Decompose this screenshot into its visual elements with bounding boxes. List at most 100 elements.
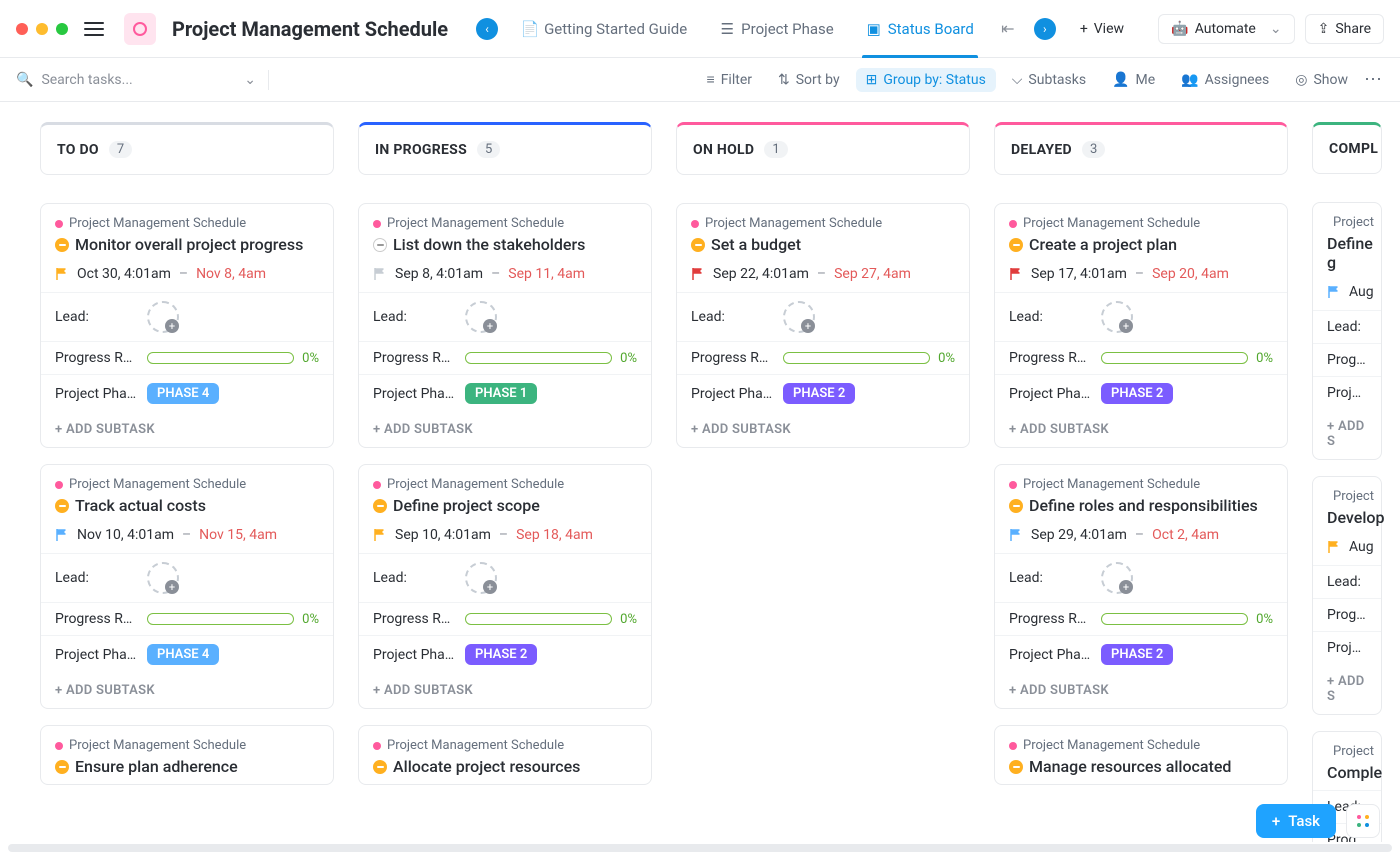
- new-task-button[interactable]: + Task: [1256, 804, 1336, 838]
- task-card[interactable]: Project Management ScheduleManage resour…: [994, 725, 1288, 785]
- task-card[interactable]: Project Management ScheduleList down the…: [358, 203, 652, 448]
- column-name: IN PROGRESS: [375, 142, 467, 158]
- assign-lead-icon[interactable]: [465, 562, 497, 594]
- column-header[interactable]: ON HOLD1: [676, 122, 970, 175]
- assign-lead-icon[interactable]: [465, 301, 497, 333]
- phase-badge[interactable]: PHASE 4: [147, 644, 219, 665]
- lead-field: Lead:: [1313, 310, 1381, 343]
- maximize-window[interactable]: [56, 23, 68, 35]
- add-subtask-button[interactable]: + ADD SUBTASK: [359, 412, 651, 447]
- horizontal-scrollbar[interactable]: [8, 844, 1392, 852]
- task-title-text: Create a project plan: [1029, 235, 1177, 254]
- flag-icon[interactable]: [1009, 267, 1023, 281]
- add-subtask-button[interactable]: + ADD SUBTASK: [995, 673, 1287, 708]
- task-card[interactable]: Project Management ScheduleTrack actual …: [40, 464, 334, 709]
- apps-button[interactable]: [1346, 804, 1380, 838]
- task-card[interactable]: ProjectDevelopAugLead:ProgressProject P+…: [1312, 476, 1382, 715]
- progress-bar[interactable]: [465, 613, 612, 625]
- task-card[interactable]: Project Management ScheduleDefine roles …: [994, 464, 1288, 709]
- end-date: Sep 27, 4am: [834, 266, 911, 282]
- subtasks-button[interactable]: ⌵Subtasks: [1002, 68, 1096, 92]
- end-date: Oct 2, 4am: [1152, 527, 1219, 543]
- flag-icon[interactable]: [55, 528, 69, 542]
- task-card[interactable]: Project Management ScheduleMonitor overa…: [40, 203, 334, 448]
- flag-icon[interactable]: [1009, 528, 1023, 542]
- assign-lead-icon[interactable]: [147, 562, 179, 594]
- task-card[interactable]: Project Management ScheduleAllocate proj…: [358, 725, 652, 785]
- column-header[interactable]: DELAYED3: [994, 122, 1288, 175]
- flag-icon[interactable]: [1327, 540, 1341, 554]
- add-subtask-button[interactable]: + ADD SUBTASK: [677, 412, 969, 447]
- tab-project-phase[interactable]: ☰ Project Phase: [707, 0, 846, 58]
- task-card[interactable]: ProjectDefine gAugLead:ProgressProject P…: [1312, 202, 1382, 460]
- automate-label: Automate: [1195, 21, 1256, 37]
- search-input[interactable]: 🔍 Search tasks... ⌄: [16, 72, 256, 88]
- task-card[interactable]: Project Management ScheduleSet a budgetS…: [676, 203, 970, 448]
- flag-icon[interactable]: [1327, 285, 1341, 299]
- add-view-button[interactable]: + View: [1068, 15, 1136, 43]
- assign-lead-icon[interactable]: [147, 301, 179, 333]
- nav-forward-icon[interactable]: ›: [1034, 18, 1056, 40]
- progress-bar[interactable]: [147, 352, 294, 364]
- phase-badge[interactable]: PHASE 2: [1101, 383, 1173, 404]
- nav-back-icon[interactable]: ‹: [476, 18, 498, 40]
- date-row: Oct 30, 4:01am–Nov 8, 4am: [41, 262, 333, 292]
- phase-badge[interactable]: PHASE 2: [783, 383, 855, 404]
- sort-button[interactable]: ⇅Sort by: [768, 68, 850, 92]
- progress-value: 0%: [620, 351, 637, 366]
- tab-status-board[interactable]: ▣ Status Board: [854, 0, 986, 58]
- assignees-button[interactable]: 👥Assignees: [1171, 68, 1279, 92]
- end-date: Nov 15, 4am: [199, 527, 277, 543]
- close-window[interactable]: [16, 23, 28, 35]
- assign-lead-icon[interactable]: [1101, 301, 1133, 333]
- task-card[interactable]: Project Management ScheduleCreate a proj…: [994, 203, 1288, 448]
- column-header[interactable]: COMPL: [1312, 122, 1382, 174]
- lead-label: Lead:: [1327, 319, 1367, 335]
- minimize-window[interactable]: [36, 23, 48, 35]
- flag-icon[interactable]: [373, 267, 387, 281]
- status-icon: [55, 760, 69, 774]
- progress-bar[interactable]: [1101, 613, 1248, 625]
- add-subtask-button[interactable]: + ADD SUBTASK: [41, 412, 333, 447]
- lead-field: Lead:: [359, 292, 651, 341]
- share-button[interactable]: ⇪ Share: [1305, 14, 1384, 44]
- phase-badge[interactable]: PHASE 1: [465, 383, 537, 404]
- menu-icon[interactable]: [84, 22, 104, 36]
- me-button[interactable]: 👤Me: [1102, 68, 1165, 92]
- task-card[interactable]: Project Management ScheduleDefine projec…: [358, 464, 652, 709]
- phase-badge[interactable]: PHASE 2: [465, 644, 537, 665]
- progress-bar[interactable]: [465, 352, 612, 364]
- add-subtask-button[interactable]: + ADD SUBTASK: [359, 673, 651, 708]
- flag-icon[interactable]: [691, 267, 705, 281]
- progress-bar[interactable]: [783, 352, 930, 364]
- flag-icon[interactable]: [373, 528, 387, 542]
- phase-badge[interactable]: PHASE 4: [147, 383, 219, 404]
- breadcrumb: Project Management Schedule: [995, 465, 1287, 496]
- flag-icon[interactable]: [55, 267, 69, 281]
- more-icon[interactable]: ⋯: [1364, 69, 1384, 90]
- progress-label: Progress R…: [691, 350, 775, 366]
- tab-getting-started[interactable]: 📄 Getting Started Guide: [510, 0, 699, 58]
- add-subtask-button[interactable]: + ADD SUBTASK: [995, 412, 1287, 447]
- phase-badge[interactable]: PHASE 2: [1101, 644, 1173, 665]
- lead-label: Lead:: [55, 570, 139, 586]
- add-subtask-button[interactable]: + ADD SUBTASK: [41, 673, 333, 708]
- groupby-button[interactable]: ⊞Group by: Status: [856, 68, 996, 92]
- assign-lead-icon[interactable]: [783, 301, 815, 333]
- filter-button[interactable]: ≡Filter: [697, 67, 762, 92]
- assign-lead-icon[interactable]: [1101, 562, 1133, 594]
- column-header[interactable]: IN PROGRESS5: [358, 122, 652, 175]
- add-subtask-button[interactable]: + ADD S: [1313, 664, 1381, 714]
- add-subtask-button[interactable]: + ADD S: [1313, 409, 1381, 459]
- column-header[interactable]: TO DO7: [40, 122, 334, 175]
- status-icon: [691, 238, 705, 252]
- space-icon[interactable]: [124, 13, 156, 45]
- task-card[interactable]: Project Management ScheduleEnsure plan a…: [40, 725, 334, 785]
- tab-label: Status Board: [888, 20, 974, 38]
- progress-bar[interactable]: [1101, 352, 1248, 364]
- progress-bar[interactable]: [147, 613, 294, 625]
- chevron-down-icon: ⌄: [1270, 21, 1282, 37]
- collapse-icon[interactable]: ⇤: [1000, 21, 1016, 37]
- automate-button[interactable]: 🤖 Automate ⌄: [1158, 14, 1294, 44]
- show-button[interactable]: ◎Show: [1285, 68, 1358, 92]
